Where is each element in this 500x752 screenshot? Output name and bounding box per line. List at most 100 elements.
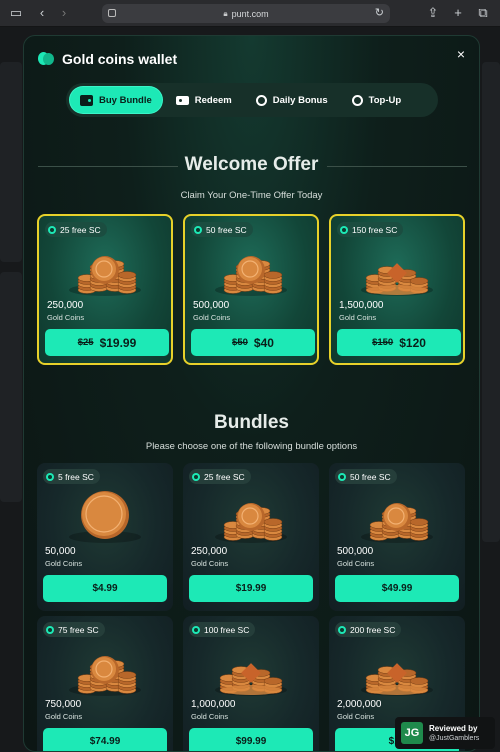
badge-text: 200 free SC xyxy=(350,624,396,635)
clock-icon xyxy=(255,94,267,106)
price: $120 xyxy=(399,335,426,350)
tab-label: Daily Bonus xyxy=(272,94,328,106)
free-sc-badge: 5 free SC xyxy=(43,469,100,484)
price: $40 xyxy=(253,335,274,350)
old-price: $150 xyxy=(372,337,394,348)
sc-coin-icon xyxy=(338,472,346,481)
coin-stack-icon xyxy=(361,503,433,543)
reviewed-by-badge[interactable]: JG Reviewed by @JustGamblers xyxy=(395,717,495,749)
coin-amount: 500,000 xyxy=(193,300,230,311)
coin-amount: 250,000 xyxy=(191,546,228,557)
clock-icon xyxy=(351,94,363,106)
bg-sidebar-lower xyxy=(0,272,22,502)
free-sc-badge: 25 free SC xyxy=(189,469,251,484)
coin-icon xyxy=(69,491,141,543)
tab-daily-bonus[interactable]: Daily Bonus xyxy=(246,87,338,113)
buy-offer-button[interactable]: $50 $40 xyxy=(191,329,315,356)
coin-pile-icon xyxy=(361,263,433,296)
badge-text: 50 free SC xyxy=(350,471,391,482)
wallet-icon xyxy=(80,94,93,106)
buy-offer-button[interactable]: $25 $19.99 xyxy=(45,329,169,356)
free-sc-badge: 50 free SC xyxy=(335,469,397,484)
buy-bundle-button[interactable]: $4.99 xyxy=(43,575,167,602)
buy-offer-button[interactable]: $150 $120 xyxy=(337,329,461,356)
sc-coin-icon xyxy=(48,225,56,234)
buy-bundle-button[interactable]: $99.99 xyxy=(189,728,313,751)
reviewer-handle: @JustGamblers xyxy=(429,735,480,742)
sc-coin-icon xyxy=(46,625,54,634)
coin-stack-icon xyxy=(215,503,287,543)
free-sc-badge: 150 free SC xyxy=(337,222,404,237)
old-price: $25 xyxy=(77,337,94,348)
back-icon[interactable]: ‹ xyxy=(34,5,50,21)
justgamblers-logo: JG xyxy=(401,722,423,744)
coin-unit: Gold Coins xyxy=(193,313,231,322)
reload-icon[interactable]: ↻ xyxy=(375,6,384,19)
tab-top-up[interactable]: Top-Up xyxy=(342,87,412,113)
ticket-icon xyxy=(175,95,189,105)
browser-toolbar: ▭ ‹ › 🔒︎ punt.com ↻ ⇪ + ⧉ xyxy=(0,0,500,27)
coin-stack-icon xyxy=(69,256,141,296)
bundle-card[interactable]: 100 free SC 1,000,000 Gold Coins $99.99 xyxy=(183,616,319,751)
badge-text: 25 free SC xyxy=(60,224,101,235)
tab-redeem[interactable]: Redeem xyxy=(166,87,242,113)
modal-title: Gold coins wallet xyxy=(38,51,177,67)
bundles-title: Bundles xyxy=(214,412,289,433)
buy-bundle-button[interactable]: $49.99 xyxy=(335,575,459,602)
tab-buy-bundle[interactable]: Buy Bundle xyxy=(70,87,162,113)
coin-unit: Gold Coins xyxy=(339,313,377,322)
coin-amount: 1,500,000 xyxy=(339,300,384,311)
free-sc-badge: 50 free SC xyxy=(191,222,253,237)
new-tab-icon[interactable]: + xyxy=(450,5,466,21)
welcome-offer-subtitle: Claim Your One-Time Offer Today xyxy=(180,190,323,201)
offer-card[interactable]: 150 free SC 1,500,000 Gold Coins $150 $12… xyxy=(329,214,465,365)
bundle-card[interactable]: 5 free SC 50,000 Gold Coins $4.99 xyxy=(37,463,173,611)
badge-text: 25 free SC xyxy=(204,471,245,482)
free-sc-badge: 75 free SC xyxy=(43,622,105,637)
sc-coin-icon xyxy=(194,225,202,234)
offer-card[interactable]: 25 free SC 250,000 Gold Coins $25 $19.99 xyxy=(37,214,173,365)
coin-amount: 50,000 xyxy=(45,546,76,557)
coin-unit: Gold Coins xyxy=(337,712,375,721)
sc-coin-icon xyxy=(46,472,54,481)
coin-stack-icon xyxy=(69,656,141,696)
coin-unit: Gold Coins xyxy=(47,313,85,322)
tab-label: Top-Up xyxy=(368,94,402,106)
url-text: punt.com xyxy=(231,8,269,19)
welcome-offer-title: Welcome Offer xyxy=(184,154,319,175)
close-button[interactable]: × xyxy=(453,46,469,62)
badge-text: 100 free SC xyxy=(204,624,250,635)
modal-title-text: Gold coins wallet xyxy=(62,51,178,67)
buy-bundle-button[interactable]: $19.99 xyxy=(189,575,313,602)
offer-card[interactable]: 50 free SC 500,000 Gold Coins $50 $40 xyxy=(183,214,319,365)
bundle-card[interactable]: 75 free SC 750,000 Gold Coins $74.99 xyxy=(37,616,173,751)
reviewed-by-text: Reviewed by xyxy=(429,724,478,733)
bundle-card[interactable]: 50 free SC 500,000 Gold Coins $49.99 xyxy=(329,463,465,611)
badge-text: 5 free SC xyxy=(58,471,94,482)
share-icon[interactable]: ⇪ xyxy=(425,5,441,21)
bg-right-column xyxy=(482,62,500,542)
tabs-overview-icon[interactable]: ⧉ xyxy=(475,5,491,21)
forward-icon[interactable]: › xyxy=(56,5,72,21)
bundles-subtitle: Please choose one of the following bundl… xyxy=(145,441,358,452)
site-settings-icon[interactable] xyxy=(108,9,116,17)
badge-text: 50 free SC xyxy=(206,224,247,235)
tab-label: Redeem xyxy=(194,94,232,106)
badge-text: 75 free SC xyxy=(58,624,99,635)
free-sc-badge: 200 free SC xyxy=(335,622,402,637)
sc-coin-icon xyxy=(192,625,200,634)
coin-unit: Gold Coins xyxy=(191,559,229,568)
buy-bundle-button[interactable]: $74.99 xyxy=(43,728,167,751)
badge-text: 150 free SC xyxy=(352,224,398,235)
address-bar[interactable]: 🔒︎ punt.com ↻ xyxy=(102,4,390,23)
sidebar-toggle-icon[interactable]: ▭ xyxy=(8,5,24,21)
coin-unit: Gold Coins xyxy=(191,712,229,721)
coin-pile-icon xyxy=(361,663,433,696)
wallet-tabs: Buy Bundle Redeem Daily Bonus Top-Up xyxy=(66,83,438,117)
coin-amount: 500,000 xyxy=(337,546,374,557)
coin-amount: 2,000,000 xyxy=(337,699,382,710)
coin-pile-icon xyxy=(215,663,287,696)
bundle-card[interactable]: 25 free SC 250,000 Gold Coins $19.99 xyxy=(183,463,319,611)
free-sc-badge: 100 free SC xyxy=(189,622,256,637)
price: $19.99 xyxy=(99,335,137,350)
